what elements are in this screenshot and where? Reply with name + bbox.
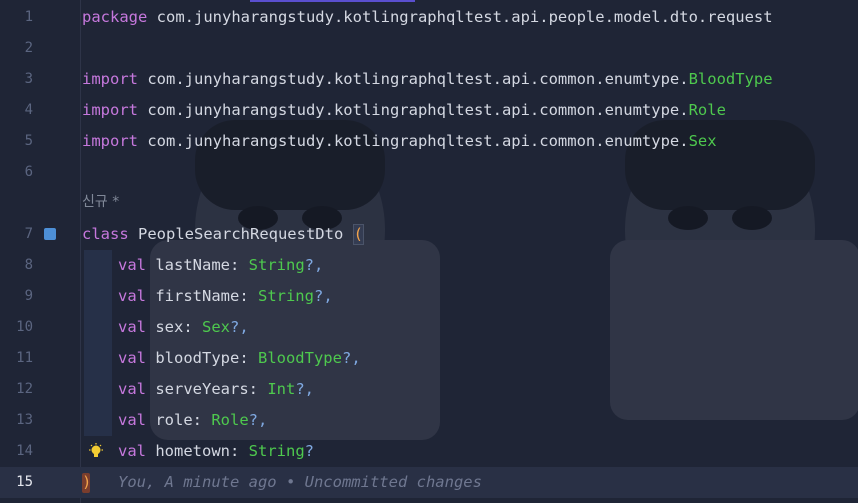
property-type: Sex (202, 318, 230, 336)
import-type: Sex (688, 132, 717, 150)
property-name: hometown: (146, 442, 249, 460)
property-name: serveYears: (146, 380, 268, 398)
nullable-marker: ? (304, 442, 314, 460)
code-line[interactable]: 5 import com.junyharangstudy.kotlingraph… (0, 126, 858, 157)
line-number: 3 (24, 71, 33, 87)
code-line[interactable]: 2 (0, 33, 858, 64)
package-name: com.junyharangstudy.kotlingraphqltest.ap… (147, 8, 773, 26)
property-name: firstName: (146, 287, 258, 305)
code-line[interactable]: 12 val serveYears: Int?, (0, 374, 858, 405)
keyword-import: import (82, 132, 138, 150)
line-number: 2 (24, 40, 33, 56)
code-line[interactable]: 6 (0, 157, 858, 188)
property-type: String (248, 442, 305, 460)
import-type: BloodType (688, 70, 773, 88)
import-path: com.junyharangstudy.kotlingraphqltest.ap… (138, 101, 689, 119)
nullable-marker: ?, (248, 411, 268, 429)
keyword-import: import (82, 101, 138, 119)
line-number: 12 (16, 381, 33, 397)
git-blame-annotation: You, A minute ago • Uncommitted changes (118, 473, 482, 491)
edit-icon[interactable] (44, 228, 56, 240)
code-line[interactable]: 14 val hometown: String? (0, 436, 858, 467)
import-type: Role (688, 101, 726, 119)
keyword-val: val (118, 411, 146, 429)
line-number: 1 (24, 9, 33, 25)
open-paren: ( (352, 224, 364, 245)
line-number: 8 (24, 257, 33, 273)
property-type: BloodType (257, 349, 342, 367)
property-type: Int (267, 380, 296, 398)
code-line[interactable]: 8 val lastName: String?, (0, 250, 858, 281)
property-type: String (248, 256, 305, 274)
nullable-marker: ?, (313, 287, 333, 305)
property-name: bloodType: (146, 349, 258, 367)
line-number: 7 (24, 226, 33, 242)
keyword-class: class (82, 225, 129, 243)
line-number: 11 (16, 350, 33, 366)
line-number: 4 (24, 102, 33, 118)
code-line[interactable]: 7 class PeopleSearchRequestDto ( (0, 219, 858, 250)
keyword-val: val (118, 318, 146, 336)
property-name: role: (146, 411, 212, 429)
close-paren: ) (82, 473, 92, 491)
line-number: 10 (16, 319, 33, 335)
property-name: lastName: (146, 256, 249, 274)
nullable-marker: ?, (341, 349, 361, 367)
indent-guide-block (84, 312, 112, 343)
import-path: com.junyharangstudy.kotlingraphqltest.ap… (138, 70, 689, 88)
code-line[interactable]: 9 val firstName: String?, (0, 281, 858, 312)
current-line[interactable]: 15 ) You, A minute ago • Uncommitted cha… (0, 467, 858, 498)
line-number: 9 (24, 288, 33, 304)
keyword-val: val (118, 442, 146, 460)
indent-guide-block (84, 281, 112, 312)
property-type: String (257, 287, 314, 305)
line-number: 14 (16, 443, 33, 459)
keyword-import: import (82, 70, 138, 88)
nullable-marker: ?, (295, 380, 314, 398)
line-number: 6 (24, 164, 33, 180)
nullable-marker: ?, (304, 256, 324, 274)
keyword-val: val (118, 256, 146, 274)
code-line[interactable]: 13 val role: Role?, (0, 405, 858, 436)
indent-guide-block (84, 405, 112, 436)
keyword-val: val (118, 380, 146, 398)
code-line[interactable]: 3 import com.junyharangstudy.kotlingraph… (0, 64, 858, 95)
property-type: Role (211, 411, 249, 429)
codelens-label[interactable]: 신규 * (82, 188, 119, 216)
code-line[interactable]: 4 import com.junyharangstudy.kotlingraph… (0, 95, 858, 126)
line-number: 15 (16, 474, 33, 490)
keyword-package: package (82, 8, 148, 26)
indent-guide-block (84, 343, 112, 374)
code-line[interactable]: 1 package com.junyharangstudy.kotlingrap… (0, 2, 858, 33)
class-name: PeopleSearchRequestDto (128, 225, 353, 243)
code-line[interactable]: 11 val bloodType: BloodType?, (0, 343, 858, 374)
nullable-marker: ?, (230, 318, 249, 336)
line-number: 13 (16, 412, 33, 428)
codelens-row[interactable]: 신규 * (0, 188, 858, 216)
lightbulb-icon[interactable] (88, 443, 104, 460)
line-number: 5 (24, 133, 33, 149)
indent-guide-block (84, 250, 112, 281)
keyword-val: val (118, 349, 146, 367)
code-line[interactable]: 10 val sex: Sex?, (0, 312, 858, 343)
property-name: sex: (146, 318, 202, 336)
indent-guide-block (84, 374, 112, 405)
import-path: com.junyharangstudy.kotlingraphqltest.ap… (138, 132, 689, 150)
keyword-val: val (118, 287, 146, 305)
